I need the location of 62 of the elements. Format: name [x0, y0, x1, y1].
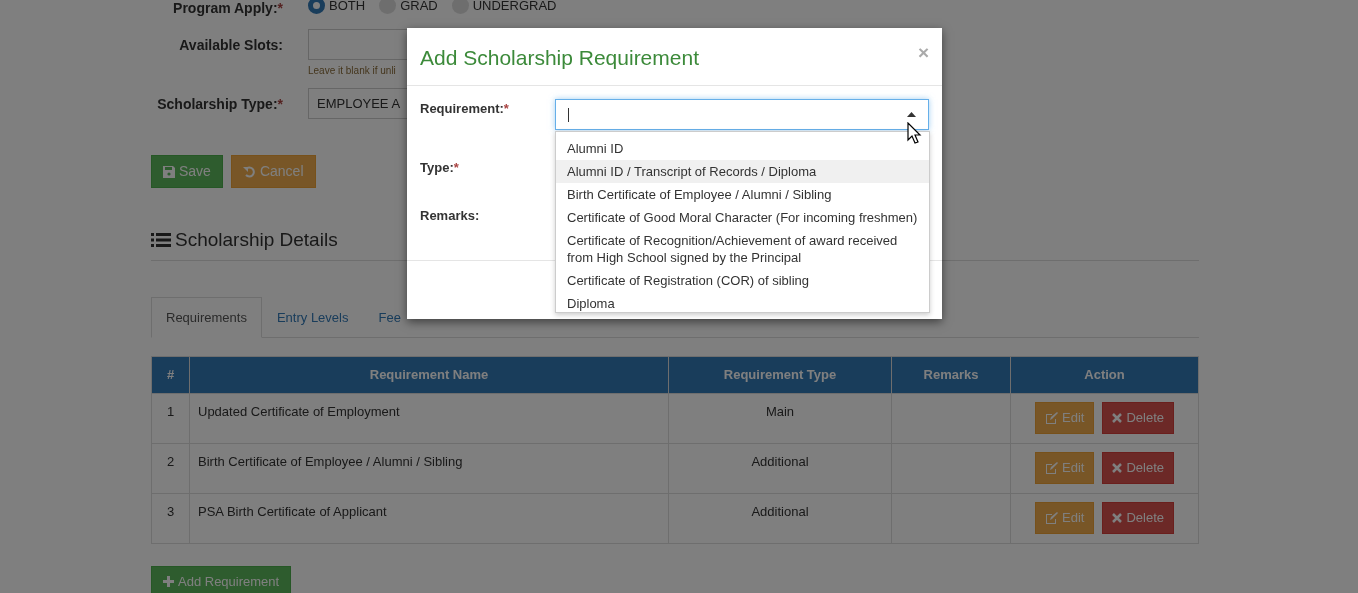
- field-label: Scholarship Type:: [157, 96, 278, 112]
- field-label: Remarks:: [420, 207, 480, 223]
- table-cell: Additional: [668, 493, 892, 543]
- required-asterisk: *: [453, 160, 459, 175]
- dropdown-option[interactable]: Alumni ID / Transcript of Records / Diploma: [556, 160, 929, 183]
- delete-button[interactable]: Delete: [1102, 452, 1174, 484]
- dropdown-option[interactable]: Alumni ID: [556, 137, 929, 160]
- table-cell: 1: [151, 393, 190, 443]
- tab[interactable]: Entry Levels: [261, 296, 364, 338]
- required-asterisk: *: [277, 0, 283, 16]
- dropdown-option[interactable]: Certificate of Registration (COR) of sibling: [556, 269, 929, 292]
- radio-label: GRAD: [400, 0, 438, 15]
- caret-up-icon: [907, 112, 916, 117]
- help-text: Leave it blank if unli: [308, 64, 397, 78]
- table-cell: Additional: [668, 443, 892, 493]
- edit-icon: [1045, 462, 1058, 474]
- table-cell: Birth Certificate of Employee / Alumni / Sibling: [189, 443, 669, 493]
- column-header: Requirement Type: [668, 356, 892, 393]
- field-label: Available Slots:: [179, 37, 283, 53]
- close-icon: [1112, 513, 1123, 523]
- edit-icon: [1045, 412, 1058, 424]
- dropdown-option[interactable]: Birth Certificate of Employee / Alumni / Sibling: [556, 183, 929, 206]
- edit-button[interactable]: Edit: [1035, 402, 1095, 434]
- delete-button[interactable]: Delete: [1102, 402, 1174, 434]
- table-cell: 3: [151, 493, 190, 543]
- required-asterisk: *: [277, 96, 283, 112]
- table-cell: Updated Certificate of Employment: [189, 393, 669, 443]
- text-cursor-icon: [567, 107, 569, 122]
- required-asterisk: *: [503, 101, 509, 116]
- table-cell: 2: [151, 443, 190, 493]
- list-icon: [151, 232, 171, 249]
- section-title: Scholarship Details: [175, 228, 338, 252]
- tab[interactable]: Requirements: [151, 296, 262, 338]
- column-header: Action: [1010, 356, 1199, 393]
- undo-icon: [242, 165, 256, 178]
- cancel-button[interactable]: Cancel: [230, 155, 316, 188]
- add-button[interactable]: Add Requirement: [151, 565, 292, 593]
- edit-button[interactable]: Edit: [1035, 452, 1095, 484]
- close-icon: [1112, 413, 1123, 423]
- table-cell: Main: [668, 393, 892, 443]
- radio-label: BOTH: [329, 0, 366, 15]
- close-icon: [1112, 463, 1123, 473]
- select-field[interactable]: [554, 99, 929, 130]
- modal-title: Add Scholarship Requirement: [420, 45, 699, 71]
- table-cell: PSA Birth Certificate of Applicant: [189, 493, 669, 543]
- dropdown-option[interactable]: Certificate of Recognition/Achievement of award received from High School signed by the Principal: [556, 229, 929, 269]
- field-label: Requirement:: [420, 101, 504, 116]
- edit-button[interactable]: Edit: [1035, 502, 1095, 534]
- radio-button[interactable]: [308, 0, 325, 15]
- column-header: Remarks: [891, 356, 1011, 393]
- close-button[interactable]: ×: [917, 42, 929, 62]
- column-header: #: [151, 356, 190, 393]
- plus-icon: [163, 575, 174, 587]
- delete-button[interactable]: Delete: [1102, 502, 1174, 534]
- radio-label: UNDERGRAD: [472, 0, 557, 15]
- edit-icon: [1045, 512, 1058, 524]
- dropdown-option[interactable]: Diploma: [556, 292, 929, 312]
- save-button[interactable]: Save: [151, 155, 223, 188]
- field-label: Program Apply:: [173, 0, 278, 16]
- dropdown-option[interactable]: Certificate of Good Moral Character (For incoming freshmen): [556, 206, 929, 229]
- field-label: Type:: [420, 160, 454, 175]
- column-header: Requirement Name: [189, 356, 669, 393]
